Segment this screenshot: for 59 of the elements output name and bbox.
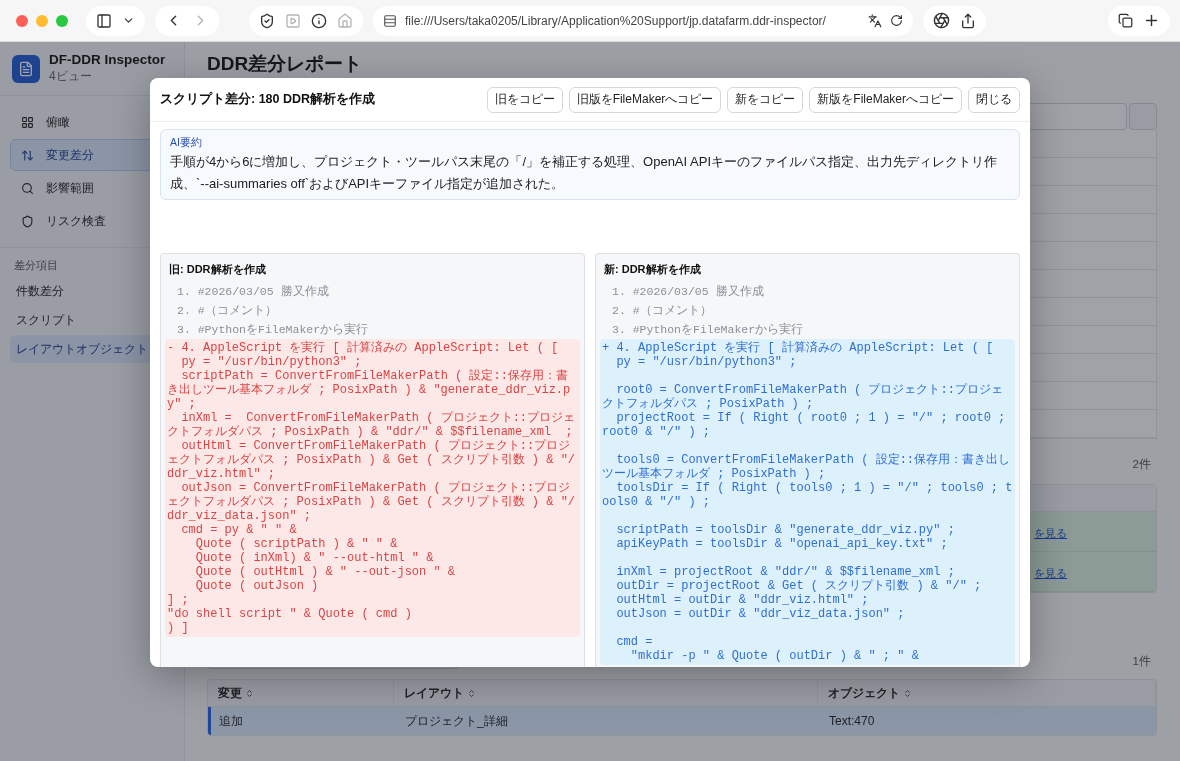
code-line: 3. #PythonをFileMakerから実行 [611,322,805,338]
code-line: root0 = ConvertFromFileMakerPath ( プロジェクト::プロジェクトフォルダパス ; PosixPath ) ; [602,383,1004,411]
copy-button[interactable]: 新をコピー [727,86,804,113]
table-cell-text: 追加 [218,712,244,730]
copy-button[interactable]: 旧版をFileMakerへコピー [568,86,722,113]
dialog-title: スクリプト差分: 180 DDR解析を作成 [160,91,377,108]
column-header[interactable]: 変更 [208,680,394,706]
result-count: 2件 [1132,457,1151,472]
code-line: "mkdir -p " & Quote ( outDir ) & " ; " & [629,649,920,663]
code-line: tools0 = ConvertFromFileMakerPath ( 設定::保存用：書き出しツール基本フォルダ ; PosixPath ) ; [602,453,1012,481]
code-line: scriptPath = toolsDir & "generate_ddr_viz.py" ; [615,523,956,537]
code-line: outHtml = outDir & "ddr_viz.html" ; [615,593,870,607]
table-cell-text: Text:470 [828,714,876,728]
code-line: 1. #2026/03/05 勝又作成 [611,284,765,300]
code-line: py = "/usr/bin/python3" ; [615,355,798,369]
code-line: ] ; [167,593,190,607]
address-bar[interactable]: file:///Users/taka0205/Library/Application%20Support/jp.datafarm.ddr-inspector/ [373,5,913,36]
code-line: "do shell script " & Quote ( cmd ) [167,607,413,621]
code-line: Quote ( inXml) & " --out-html " & [194,551,435,565]
code-line: cmd = py & " " & [180,523,298,537]
code-line: 2. #（コメント） [176,303,278,319]
code-line: inXml = projectRoot & "ddr/" & $$filename_xml ; [615,565,956,579]
code-line: apiKeyPath = toolsDir & "openai_api_key.txt" ; [615,537,949,551]
code-line: + 4. AppleScript を実行 [ 計算済みの AppleScript: Let ( [ [602,341,995,355]
code-line: scriptPath = ConvertFromFileMakerPath ( 設定::保存用：書き出しツール基本フォルダ ; PosixPath ) & "generate_ddr_viz.py" ; [167,369,572,411]
code-line: 3. #PythonをFileMakerから実行 [176,322,370,338]
table-cell-text: プロジェクト_詳細 [404,712,509,730]
code-line: outDir = projectRoot & Get ( スクリプト引数 ) & "/" ; [615,579,983,593]
column-header[interactable]: レイアウト [394,680,818,706]
code-line: toolsDir = If ( Right ( tools0 ; 1 ) = "/" ; tools0 ; tools0 & "/" ) ; [602,481,1013,509]
nav-item[interactable]: 俯瞰 [10,106,174,138]
app-name: DF-DDR Inspector [49,52,166,67]
pane-title: 旧: DDR解析を作成 [168,262,267,277]
code-line: outHtml = ConvertFromFileMakerPath ( プロジェクト::プロジェクトフォルダパス ; PosixPath ) & Get ( スクリプト引数 ) & "/ddr_viz.html" ; [167,439,577,481]
view-link[interactable]: を見る [1034,566,1067,579]
code-line: ) ] [167,621,190,635]
column-header[interactable]: オブジェクト [818,680,1156,706]
code-line: 2. #（コメント） [611,303,713,319]
code-line: 1. #2026/03/05 勝又作成 [176,284,330,300]
code-line: outJson = ConvertFromFileMakerPath ( プロジェクト::プロジェクトフォルダパス ; PosixPath ) & Get ( スクリプト引数 ) & "/ddr_viz_data.json" ; [167,481,577,523]
code-line: Quote ( outHtml ) & " --out-json " & [194,565,457,579]
code-line: projectRoot = If ( Right ( root0 ; 1 ) = "/" ; root0 ; root0 & "/" ) ; [602,411,1007,439]
result-count: 1件 [1132,654,1151,669]
code-line: Quote ( outJson ) [194,579,320,593]
app-subtitle: 4ビュー [49,68,93,85]
code-line: outJson = outDir & "ddr_viz_data.json" ; [615,607,906,621]
close-button[interactable]: 閉じる [968,86,1020,113]
nav-item[interactable]: リスク検査 [10,205,174,237]
code-line: inXml = ConvertFromFileMakerPath ( プロジェクト::プロジェクトフォルダパス ; PosixPath ) & "ddr/" & $$filename_xml ; [167,411,577,439]
view-link[interactable]: を見る [1034,526,1067,539]
table-row[interactable]: 追加 プロジェクト_詳細 Text:470 [208,707,1156,735]
code-line: cmd = [615,635,654,649]
code-line: py = "/usr/bin/python3" ; [180,355,363,369]
section-title: 差分項目 [14,258,58,273]
copy-button[interactable]: 新版をFileMakerへコピー [809,86,962,113]
page-title: DDR差分レポート [207,52,364,76]
code-line: Quote ( scriptPath ) & " " & [194,537,399,551]
pane-title: 新: DDR解析を作成 [603,262,702,277]
copy-button[interactable]: 旧をコピー [486,86,563,113]
